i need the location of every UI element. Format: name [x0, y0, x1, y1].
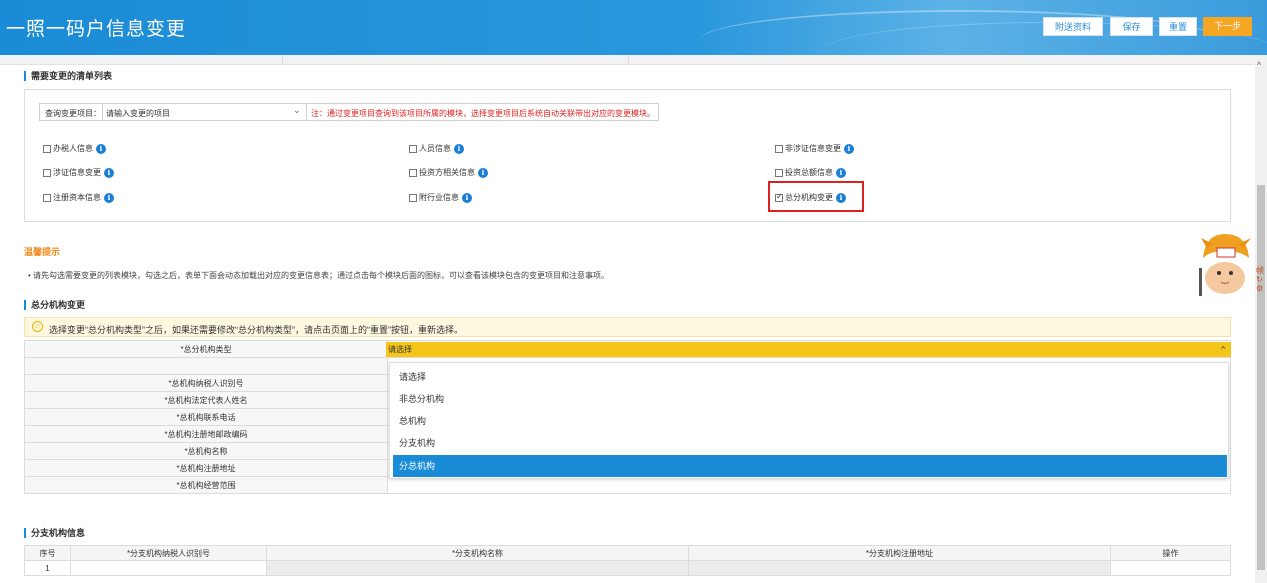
table-header-row: 序号 *分支机构纳税人识别号 *分支机构名称 *分支机构注册地址 操作 — [24, 545, 1231, 561]
divider — [282, 55, 283, 65]
field-label: *总分机构类型 — [24, 340, 388, 358]
checkbox-label: 投资方相关信息 — [419, 168, 475, 177]
side-toolbar[interactable]: 帧 ↻ ⚙ — [1256, 266, 1267, 293]
section-title-branch-change: 总分机构变更 — [24, 300, 85, 310]
page-title: 一照一码户信息变更 — [6, 19, 187, 40]
info-icon[interactable]: i — [478, 167, 488, 178]
checkbox-icon[interactable] — [409, 144, 417, 153]
checkbox-non-license-change[interactable]: 非涉证信息变更 i — [775, 143, 854, 154]
info-icon[interactable]: i — [844, 143, 854, 154]
smile-icon: ☺ — [32, 321, 43, 332]
query-change-item-row: 查询变更项目： 请输入变更的项目 ⌄ 注：通过变更项目查询到该项目所属的模块，选… — [39, 103, 659, 121]
checkbox-label: 附行业信息 — [419, 193, 459, 202]
table-cell-input[interactable] — [70, 560, 267, 576]
table-cell-input[interactable] — [266, 560, 689, 576]
checkbox-icon[interactable] — [409, 193, 417, 202]
checkbox-icon[interactable] — [775, 168, 783, 177]
branch-info-table: 序号 *分支机构纳税人识别号 *分支机构名称 *分支机构注册地址 操作 1 — [24, 545, 1231, 576]
checkbox-label: 办税人信息 — [53, 144, 93, 153]
checkbox-label: 注册资本信息 — [53, 193, 101, 202]
warning-text: 选择变更“总分机构类型”之后，如果还需要修改“总分机构类型”，请点击页面上的“重… — [49, 325, 463, 335]
field-label: *总机构注册地址 — [24, 459, 388, 477]
chevron-down-icon[interactable]: ⌄ — [293, 105, 301, 116]
field-label: *总机构法定代表人姓名 — [24, 391, 388, 409]
divider — [628, 55, 629, 65]
query-note: 注：通过变更项目查询到该项目所属的模块，选择变更项目后系统自动关联带出对应的变更… — [311, 109, 655, 118]
column-header: *分支机构名称 — [266, 545, 689, 561]
dropdown-option-selected[interactable]: 分总机构 — [393, 455, 1227, 477]
checkbox-label: 涉证信息变更 — [53, 168, 101, 177]
query-label: 查询变更项目： — [45, 109, 101, 118]
checkbox-label: 人员信息 — [419, 144, 451, 153]
section-title-change-list: 需要变更的清单列表 — [24, 71, 112, 81]
dropdown-option[interactable]: 分支机构 — [393, 432, 1227, 454]
checkbox-icon[interactable] — [409, 168, 417, 177]
dropdown-option[interactable]: 总机构 — [393, 410, 1227, 432]
select-value: 请选择 — [388, 345, 412, 354]
header-bar: 一照一码户信息变更 附送资料 保存 重置 下一步 — [0, 0, 1267, 55]
column-header: *分支机构纳税人识别号 — [70, 545, 267, 561]
field-label: *总机构经营范围 — [24, 476, 388, 494]
warning-banner: ☺ 选择变更“总分机构类型”之后，如果还需要修改“总分机构类型”，请点击页面上的… — [24, 317, 1231, 337]
checkbox-icon[interactable] — [43, 144, 51, 153]
tips-text: • 请先勾选需要变更的列表模块，勾选之后，表单下面会动态加载出对应的变更信息表；… — [28, 271, 610, 280]
checkbox-investor-info[interactable]: 投资方相关信息 i — [409, 167, 488, 178]
chevron-up-icon[interactable]: ^ — [1221, 342, 1225, 357]
dropdown-option[interactable]: 非总分机构 — [393, 388, 1227, 410]
reset-button[interactable]: 重置 — [1159, 17, 1197, 36]
info-icon[interactable]: i — [454, 143, 464, 154]
branch-type-dropdown: 请选择 非总分机构 总机构 分支机构 分总机构 — [389, 362, 1229, 479]
mascot-assistant-icon[interactable] — [1195, 228, 1255, 300]
field-label: *总机构注册地邮政编码 — [24, 425, 388, 443]
checkbox-license-change[interactable]: 涉证信息变更 i — [43, 167, 114, 178]
table-cell: 1 — [24, 560, 71, 576]
checkbox-label: 投资总额信息 — [785, 168, 833, 177]
checkbox-total-investment[interactable]: 投资总额信息 i — [775, 167, 846, 178]
checkbox-sub-industry[interactable]: 附行业信息 i — [409, 192, 472, 203]
column-header: *分支机构注册地址 — [688, 545, 1111, 561]
refresh-icon[interactable]: ↻ — [1256, 275, 1263, 284]
column-header: 序号 — [24, 545, 71, 561]
tips-title: 温馨提示 — [24, 247, 61, 257]
next-step-button[interactable]: 下一步 — [1203, 17, 1252, 36]
info-icon[interactable]: i — [104, 192, 114, 203]
checkbox-personnel-info[interactable]: 人员信息 i — [409, 143, 464, 154]
scrollbar-thumb[interactable] — [1257, 185, 1265, 570]
table-cell-input[interactable] — [688, 560, 1111, 576]
sub-header-bar — [0, 55, 1255, 65]
divider — [306, 104, 307, 120]
info-icon[interactable]: i — [104, 167, 114, 178]
column-header: 操作 — [1110, 545, 1231, 561]
scroll-up-icon[interactable]: ^ — [1257, 60, 1261, 70]
checkbox-icon[interactable] — [775, 144, 783, 153]
divider — [102, 104, 103, 120]
table-row: 1 — [24, 560, 1231, 576]
field-label: *总机构名称 — [24, 442, 388, 460]
branch-type-select[interactable]: 请选择 ^ — [386, 342, 1231, 357]
checkbox-label: 非涉证信息变更 — [785, 144, 841, 153]
info-icon[interactable]: i — [836, 167, 846, 178]
query-item-select[interactable]: 请输入变更的项目 — [106, 108, 306, 119]
field-label: *总机构联系电话 — [24, 408, 388, 426]
dropdown-option[interactable]: 请选择 — [393, 366, 1227, 388]
attach-materials-button[interactable]: 附送资料 — [1043, 17, 1103, 36]
gear-icon[interactable]: ⚙ — [1256, 284, 1263, 293]
section-title-branch-info: 分支机构信息 — [24, 528, 85, 538]
side-label: 帧 — [1256, 266, 1264, 275]
field-label — [24, 357, 388, 375]
checkbox-icon[interactable] — [43, 168, 51, 177]
table-cell-action[interactable] — [1110, 560, 1231, 576]
save-button[interactable]: 保存 — [1110, 17, 1153, 36]
highlight-annotation — [768, 181, 864, 212]
checkbox-icon[interactable] — [43, 193, 51, 202]
table-row: *总机构经营范围 — [24, 476, 1231, 494]
info-icon[interactable]: i — [462, 192, 472, 203]
column-header-label: *分支机构纳税人识别号 — [126, 548, 211, 558]
checkbox-registered-capital[interactable]: 注册资本信息 i — [43, 192, 114, 203]
field-value[interactable] — [387, 476, 1231, 494]
info-icon[interactable]: i — [96, 143, 106, 154]
checkbox-taxpayer-info[interactable]: 办税人信息 i — [43, 143, 106, 154]
field-label: *总机构纳税人识别号 — [24, 374, 388, 392]
